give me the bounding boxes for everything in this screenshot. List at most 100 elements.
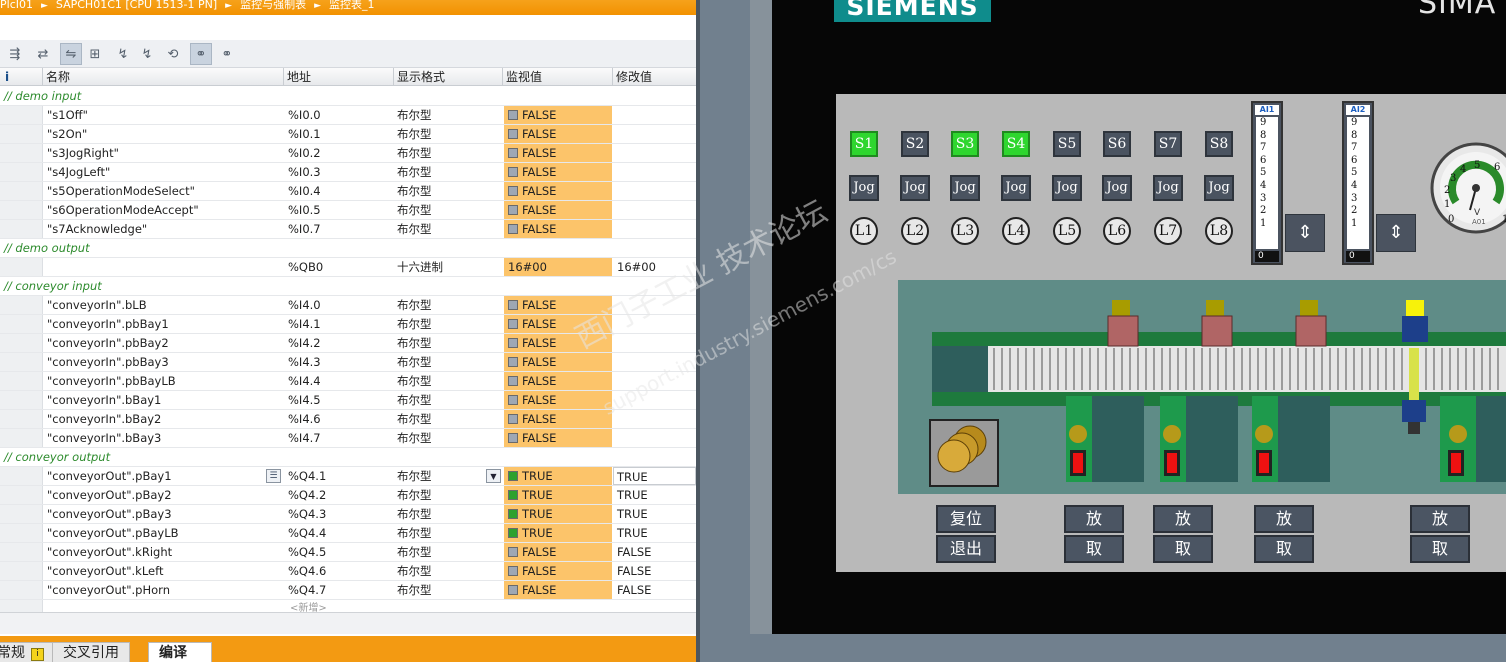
tab-general[interactable]: 常规 i [0, 642, 55, 662]
show-modify-columns-icon[interactable]: ⚭ [216, 43, 238, 65]
modify-value[interactable]: TRUE [617, 486, 648, 504]
display-format[interactable]: 布尔型 [397, 125, 432, 143]
tag-address[interactable]: %I4.3 [288, 353, 321, 371]
jog-button-2[interactable]: Jog [900, 175, 930, 201]
table-row[interactable]: "conveyorOut".pHorn %Q4.7 布尔型 FALSE FALSE [0, 581, 696, 600]
switch-button-s4[interactable]: S4 [1002, 131, 1030, 157]
tag-address[interactable]: %I4.0 [288, 296, 321, 314]
modify-value[interactable]: FALSE [617, 562, 651, 580]
add-row-icon[interactable]: ⇄ [32, 43, 54, 65]
switch-button-s2[interactable]: S2 [901, 131, 929, 157]
group-header-row[interactable]: // conveyor output [0, 448, 696, 467]
tag-address[interactable]: %I0.3 [288, 163, 321, 181]
tag-name[interactable]: "s2On" [47, 125, 87, 143]
row-index-cell[interactable] [0, 220, 43, 238]
display-format[interactable]: 布尔型 [397, 524, 432, 542]
tag-name[interactable]: "s1Off" [47, 106, 88, 124]
row-index-cell[interactable] [0, 334, 43, 352]
tag-name[interactable]: "s3JogRight" [47, 144, 119, 162]
table-row[interactable]: "conveyorOut".pBay3 %Q4.3 布尔型 TRUE TRUE [0, 505, 696, 524]
table-row[interactable]: "conveyorIn".bBay1 %I4.5 布尔型 FALSE [0, 391, 696, 410]
row-index-cell[interactable] [0, 296, 43, 314]
put-button-bay-1[interactable]: 放 [1064, 505, 1124, 533]
display-format[interactable]: 布尔型 [397, 182, 432, 200]
tag-address[interactable]: %I4.5 [288, 391, 321, 409]
modify-value[interactable]: FALSE [617, 581, 651, 599]
display-format[interactable]: 布尔型 [397, 467, 432, 485]
display-format[interactable]: 布尔型 [397, 391, 432, 409]
tag-address[interactable]: %I0.4 [288, 182, 321, 200]
jog-button-4[interactable]: Jog [1001, 175, 1031, 201]
table-row[interactable]: "s4JogLeft" %I0.3 布尔型 FALSE [0, 163, 696, 182]
jog-button-3[interactable]: Jog [950, 175, 980, 201]
tag-name[interactable]: "conveyorIn".bBay2 [47, 410, 161, 428]
modify-value[interactable]: TRUE [617, 505, 648, 523]
jog-button-1[interactable]: Jog [849, 175, 879, 201]
display-format[interactable]: 布尔型 [397, 562, 432, 580]
format-column-header[interactable]: 显示格式 [394, 68, 503, 86]
tag-address[interactable]: %I0.2 [288, 144, 321, 162]
tag-address[interactable]: %Q4.1 [288, 467, 326, 485]
jog-button-8[interactable]: Jog [1204, 175, 1234, 201]
tab-compile[interactable]: 编译 [148, 642, 212, 662]
breadcrumb-item[interactable]: 监控表_1 [329, 0, 375, 10]
table-row[interactable]: "s5OperationModeSelect" %I0.4 布尔型 FALSE [0, 182, 696, 201]
tag-name[interactable]: "conveyorOut".pBay2 [47, 486, 172, 504]
exit-button[interactable]: 退出 [936, 535, 996, 563]
tag-name[interactable]: "conveyorIn".bLB [47, 296, 147, 314]
switch-button-s6[interactable]: S6 [1103, 131, 1131, 157]
table-row[interactable]: "conveyorIn".pbBay2 %I4.2 布尔型 FALSE [0, 334, 696, 353]
insert-row-icon[interactable]: ⇶ [4, 43, 26, 65]
row-index-cell[interactable] [0, 429, 43, 447]
tag-address[interactable]: %I4.6 [288, 410, 321, 428]
display-format[interactable]: 布尔型 [397, 505, 432, 523]
tag-address[interactable]: %QB0 [288, 258, 323, 276]
take-button-bay-1[interactable]: 取 [1064, 535, 1124, 563]
name-column-header[interactable]: 名称 [43, 68, 284, 86]
tag-name[interactable]: "conveyorIn".pbBay2 [47, 334, 169, 352]
tag-name[interactable]: "conveyorOut".pBay1 [47, 467, 172, 485]
table-row[interactable]: "s3JogRight" %I0.2 布尔型 FALSE [0, 144, 696, 163]
tag-name[interactable]: "conveyorOut".pBayLB [47, 524, 179, 542]
display-format[interactable]: 布尔型 [397, 220, 432, 238]
row-index-cell[interactable] [0, 467, 43, 485]
tag-address[interactable]: %I0.1 [288, 125, 321, 143]
group-header-row[interactable]: // demo input [0, 87, 696, 106]
display-format[interactable]: 布尔型 [397, 581, 432, 599]
display-format[interactable]: 布尔型 [397, 296, 432, 314]
modify-value[interactable]: TRUE [617, 524, 648, 542]
display-format[interactable]: 布尔型 [397, 410, 432, 428]
display-format[interactable]: 布尔型 [397, 429, 432, 447]
display-format[interactable]: 布尔型 [397, 353, 432, 371]
row-index-cell[interactable] [0, 182, 43, 200]
switch-button-s8[interactable]: S8 [1205, 131, 1233, 157]
take-button-bay-2[interactable]: 取 [1153, 535, 1213, 563]
enable-peripheral-icon[interactable]: ⟲ [162, 43, 184, 65]
row-index-cell[interactable] [0, 353, 43, 371]
table-row[interactable]: "conveyorIn".bLB %I4.0 布尔型 FALSE [0, 296, 696, 315]
tag-address[interactable]: %I4.4 [288, 372, 321, 390]
address-column-header[interactable]: 地址 [284, 68, 394, 86]
show-columns-icon[interactable]: ⚭ [190, 43, 212, 65]
table-row[interactable]: "conveyorIn".bBay2 %I4.6 布尔型 FALSE [0, 410, 696, 429]
format-dropdown-icon[interactable]: ▼ [486, 469, 501, 483]
row-index-cell[interactable] [0, 258, 43, 276]
display-format[interactable]: 布尔型 [397, 334, 432, 352]
row-index-cell[interactable] [0, 391, 43, 409]
row-index-cell[interactable] [0, 410, 43, 428]
tag-address[interactable]: %Q4.7 [288, 581, 326, 599]
modify-trigger-icon[interactable]: ↯ [136, 43, 158, 65]
breadcrumb-item[interactable]: SAPCH01C1 [CPU 1513-1 PN] [56, 0, 217, 10]
switch-button-s5[interactable]: S5 [1053, 131, 1081, 157]
table-row[interactable]: "conveyorOut".kLeft %Q4.6 布尔型 FALSE FALSE [0, 562, 696, 581]
tag-name[interactable]: "conveyorIn".bBay3 [47, 429, 161, 447]
jog-button-7[interactable]: Jog [1153, 175, 1183, 201]
tag-address[interactable]: %I4.1 [288, 315, 321, 333]
tag-name[interactable]: "s5OperationModeSelect" [47, 182, 195, 200]
tag-address[interactable]: %Q4.3 [288, 505, 326, 523]
display-format[interactable]: 布尔型 [397, 163, 432, 181]
tag-name[interactable]: "conveyorIn".pbBayLB [47, 372, 176, 390]
group-header-row[interactable]: // demo output [0, 239, 696, 258]
tag-name[interactable]: "s7Acknowledge" [47, 220, 147, 238]
take-button-bay-4[interactable]: 取 [1410, 535, 1470, 563]
